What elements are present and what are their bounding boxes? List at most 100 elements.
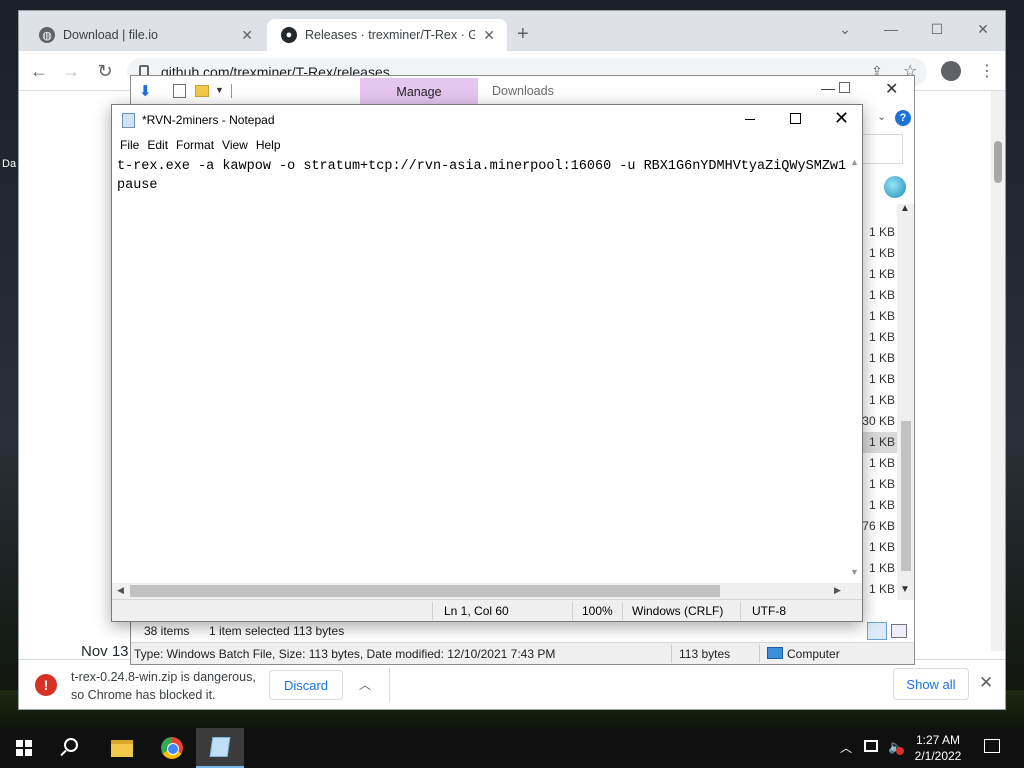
taskbar-file-explorer[interactable] (98, 728, 146, 768)
new-folder-icon[interactable] (195, 85, 209, 97)
encoding: UTF-8 (752, 604, 786, 618)
properties-icon[interactable] (173, 84, 186, 98)
new-tab-button[interactable]: + (517, 24, 529, 44)
file-size-text: 113 bytes (679, 647, 731, 661)
tray-chevron-up-icon[interactable]: ︿ (840, 739, 852, 756)
explorer-detail-bar: Type: Windows Batch File, Size: 113 byte… (131, 642, 914, 664)
divider (622, 602, 623, 620)
close-icon[interactable]: ✕ (885, 79, 898, 99)
show-all-button[interactable]: Show all (893, 668, 969, 700)
back-arrow-icon[interactable]: ← (27, 59, 51, 83)
line-ending: Windows (CRLF) (632, 604, 724, 618)
close-download-bar-icon[interactable]: ✕ (979, 673, 993, 693)
search-box[interactable] (861, 134, 903, 164)
vertical-scrollbar[interactable] (846, 155, 862, 583)
ribbon-expand-chevron-icon[interactable]: ⌄ (877, 110, 886, 123)
horizontal-scrollbar-thumb[interactable] (130, 585, 720, 597)
system-clock[interactable]: 1:27 AM 2/1/2022 (910, 732, 966, 764)
location-text: Computer (787, 647, 840, 661)
notepad-menubar: File Edit Format View Help (112, 135, 862, 155)
tab-file-io[interactable]: ◍ Download | file.io ✕ (25, 19, 265, 51)
scroll-up-icon[interactable]: ▲ (850, 157, 859, 167)
app-icon (884, 176, 906, 198)
details-view-icon[interactable] (867, 622, 887, 640)
clock-date: 2/1/2022 (914, 749, 962, 763)
menu-help[interactable]: Help (256, 135, 289, 155)
notepad-icon[interactable] (122, 113, 135, 128)
discard-button[interactable]: Discard (269, 670, 343, 700)
folder-icon (111, 739, 133, 757)
minimize-icon[interactable]: — (877, 17, 905, 41)
close-icon[interactable]: ✕ (834, 108, 849, 129)
maximize-icon[interactable] (790, 113, 801, 124)
chevron-up-icon[interactable]: ︿ (359, 676, 371, 693)
desktop-icon-label[interactable]: Da (2, 158, 16, 170)
taskbar-chrome[interactable] (148, 728, 196, 768)
menu-format[interactable]: Format (176, 135, 222, 155)
mute-badge-icon (896, 747, 904, 755)
divider (740, 602, 741, 620)
window-title: Downloads (492, 84, 554, 98)
maximize-icon[interactable]: ☐ (923, 17, 951, 41)
danger-warning-icon: ! (35, 674, 57, 696)
clock-time: 1:27 AM (915, 733, 961, 747)
notepad-icon (209, 737, 231, 757)
ribbon-tab-manage[interactable]: Manage (360, 78, 478, 106)
windows-start-icon[interactable] (16, 740, 32, 756)
file-list-scrollbar-thumb[interactable] (901, 421, 911, 571)
divider (389, 668, 390, 702)
menu-file[interactable]: File (120, 135, 147, 155)
close-tab-icon[interactable]: ✕ (241, 27, 253, 44)
explorer-status-bar: 38 items 1 item selected 113 bytes (131, 620, 914, 642)
reload-icon[interactable]: ↻ (93, 59, 117, 83)
download-warning-line: so Chrome has blocked it. (71, 688, 216, 702)
forward-arrow-icon[interactable]: → (59, 59, 83, 83)
download-arrow-icon[interactable]: ⬇ (139, 82, 152, 100)
download-bar: ! t-rex-0.24.8-win.zip is dangerous, so … (19, 659, 1005, 709)
scroll-down-icon[interactable]: ▼ (850, 567, 859, 577)
notepad-window: *RVN-2miners - Notepad ✕ File Edit Forma… (111, 104, 863, 622)
large-icons-view-icon[interactable] (891, 624, 907, 638)
zoom-level: 100% (582, 604, 613, 618)
github-icon: ● (281, 27, 297, 43)
tab-github-releases[interactable]: ● Releases · trexminer/T-Rex · GitHub ✕ (267, 19, 507, 51)
tab-search-chevron-icon[interactable]: ⌄ (831, 17, 859, 41)
taskbar-notepad[interactable] (196, 728, 244, 768)
minimize-icon[interactable] (742, 111, 758, 127)
scroll-left-icon[interactable]: ◀ (117, 585, 124, 596)
divider (759, 645, 760, 663)
network-icon[interactable] (864, 740, 878, 752)
quick-access-dropdown-icon[interactable]: ▼ (215, 85, 224, 95)
tab-title: Download | file.io (63, 28, 158, 42)
scrollbar-corner (846, 583, 862, 599)
menu-edit[interactable]: Edit (147, 135, 176, 155)
globe-icon: ◍ (39, 27, 55, 43)
text-editor[interactable]: t-rex.exe -a kawpow -o stratum+tcp://rvn… (112, 155, 846, 583)
close-tab-icon[interactable]: ✕ (483, 27, 495, 44)
selection-info: 1 item selected 113 bytes (209, 624, 345, 638)
close-icon[interactable]: ✕ (969, 17, 997, 41)
notifications-icon[interactable] (984, 739, 1000, 753)
kebab-menu-icon[interactable]: ⋮ (979, 61, 995, 81)
computer-icon (767, 647, 783, 659)
maximize-icon[interactable] (839, 82, 850, 93)
chrome-icon (161, 737, 183, 759)
scroll-up-icon[interactable]: ▲ (900, 203, 910, 214)
download-warning-text: t-rex-0.24.8-win.zip is dangerous, so Ch… (71, 668, 271, 704)
taskbar: ︿ 🔈 1:27 AM 2/1/2022 (0, 728, 1024, 768)
page-scrollbar-thumb[interactable] (994, 141, 1002, 183)
divider (572, 602, 573, 620)
download-warning-line: t-rex-0.24.8-win.zip is dangerous, (71, 670, 256, 684)
scroll-right-icon[interactable]: ▶ (834, 585, 841, 596)
menu-view[interactable]: View (222, 135, 256, 155)
profile-avatar-icon[interactable] (941, 61, 961, 81)
search-icon[interactable] (64, 738, 78, 752)
scroll-down-icon[interactable]: ▼ (900, 584, 910, 595)
help-icon[interactable]: ? (895, 110, 911, 126)
item-count: 38 items (144, 624, 190, 638)
notepad-status-bar: Ln 1, Col 60 100% Windows (CRLF) UTF-8 (112, 599, 862, 621)
file-details-text: Type: Windows Batch File, Size: 113 byte… (134, 647, 556, 661)
minimize-icon[interactable]: — (821, 80, 835, 96)
explorer-titlebar: ⬇ ▼ Manage Downloads — ✕ (131, 76, 914, 106)
notepad-titlebar[interactable]: *RVN-2miners - Notepad ✕ (112, 105, 862, 135)
